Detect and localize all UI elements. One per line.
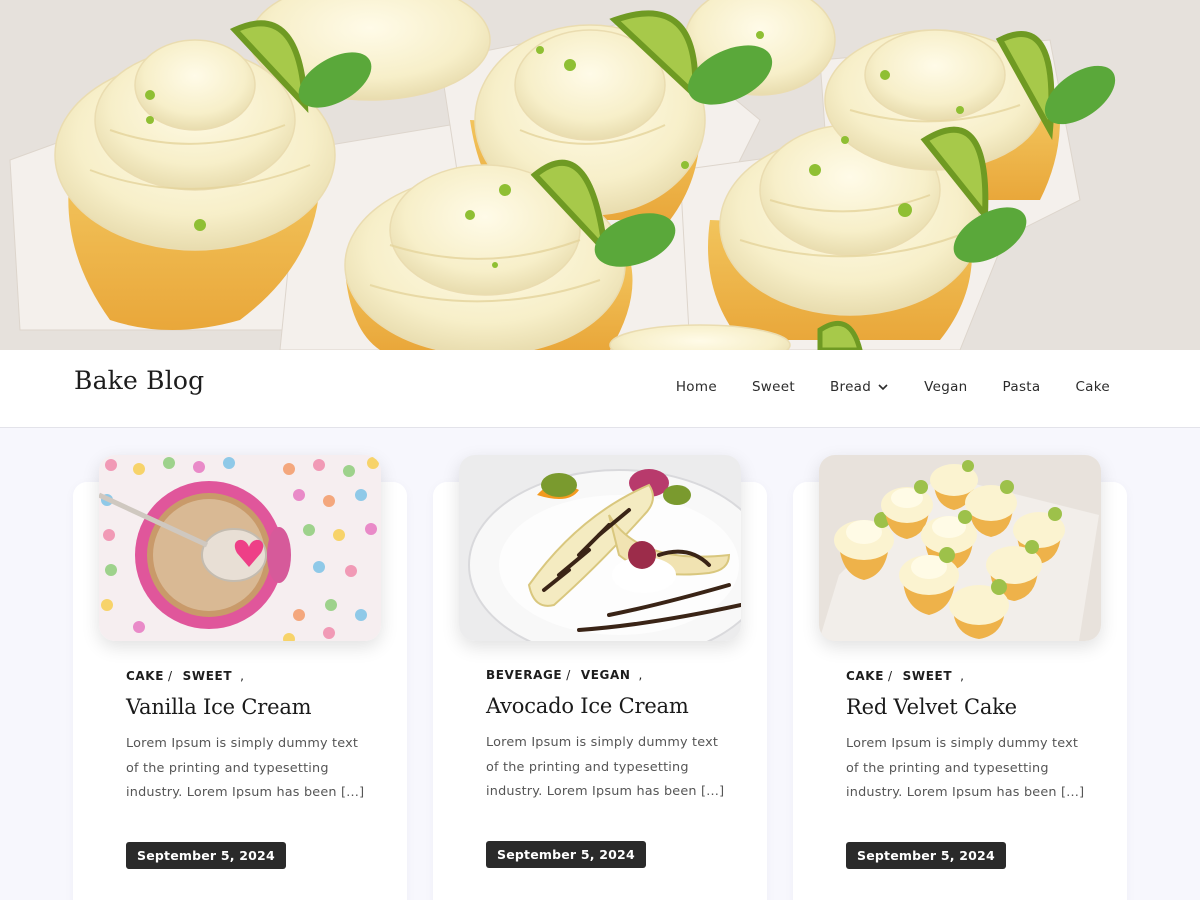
hero-image <box>0 0 1200 350</box>
post-title[interactable]: Vanilla Ice Cream <box>126 695 312 719</box>
nav-bread[interactable]: Bread <box>830 379 889 395</box>
chevron-down-icon[interactable] <box>877 381 889 393</box>
nav-sweet[interactable]: Sweet <box>752 379 795 395</box>
post-thumbnail[interactable] <box>459 455 741 641</box>
category-link[interactable]: CAKE <box>126 669 164 683</box>
category-separator: / <box>168 669 173 683</box>
category-link[interactable]: SWEET <box>183 669 232 683</box>
post-categories: CAKE / SWEET, <box>846 669 965 683</box>
main-nav: Home Sweet Bread Vegan Pasta Cake <box>641 379 1110 395</box>
nav-cake[interactable]: Cake <box>1075 379 1110 395</box>
category-separator: / <box>888 669 893 683</box>
site-title[interactable]: Bake Blog <box>74 366 204 395</box>
category-separator: / <box>566 668 571 682</box>
post-date[interactable]: September 5, 2024 <box>126 842 286 869</box>
site-header: Bake Blog Home Sweet Bread Vegan Pasta C… <box>0 350 1200 428</box>
post-excerpt: Lorem Ipsum is simply dummy text of the … <box>486 735 725 800</box>
post-date[interactable]: September 5, 2024 <box>486 841 646 868</box>
category-comma: , <box>960 669 965 683</box>
post-excerpt: Lorem Ipsum is simply dummy text of the … <box>846 736 1085 801</box>
nav-vegan-label: Vegan <box>924 379 968 395</box>
nav-cake-label: Cake <box>1075 379 1110 395</box>
post-date[interactable]: September 5, 2024 <box>846 842 1006 869</box>
category-link[interactable]: SWEET <box>903 669 952 683</box>
category-comma: , <box>240 669 245 683</box>
nav-bread-label: Bread <box>829 379 872 395</box>
post-thumbnail[interactable] <box>819 455 1101 641</box>
category-link[interactable]: BEVERAGE <box>486 668 562 682</box>
category-link[interactable]: VEGAN <box>581 668 631 682</box>
nav-vegan[interactable]: Vegan <box>924 379 967 395</box>
post-excerpt: Lorem Ipsum is simply dummy text of the … <box>126 736 365 801</box>
post-thumbnail[interactable] <box>99 455 381 641</box>
nav-sweet-label: Sweet <box>751 379 795 395</box>
nav-home-label: Home <box>675 379 717 395</box>
post-title[interactable]: Red Velvet Cake <box>846 695 1017 719</box>
nav-pasta[interactable]: Pasta <box>1003 379 1041 395</box>
post-title[interactable]: Avocado Ice Cream <box>486 694 689 718</box>
nav-pasta-label: Pasta <box>1002 379 1041 395</box>
category-comma: , <box>638 668 643 682</box>
category-link[interactable]: CAKE <box>846 669 884 683</box>
nav-home[interactable]: Home <box>676 379 717 395</box>
post-categories: CAKE / SWEET, <box>126 669 245 683</box>
post-categories: BEVERAGE / VEGAN, <box>486 668 643 682</box>
